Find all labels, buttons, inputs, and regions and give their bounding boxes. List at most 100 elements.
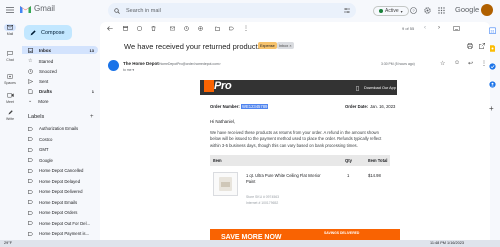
mark-unread-icon[interactable] (170, 26, 175, 31)
label-chip-expense[interactable]: Expense (258, 42, 277, 49)
label-tag-icon (28, 126, 33, 131)
label-tag-icon (28, 168, 33, 173)
label-item[interactable]: Home Depot Delayed (22, 177, 98, 187)
label-tag-icon (28, 231, 33, 236)
label-item[interactable]: Home Depot Cancelled (22, 166, 98, 176)
rail-chat[interactable]: Chat (2, 50, 18, 62)
label-item[interactable]: Home Depot Emails (22, 198, 98, 208)
product-sku: Store SKU # 0974563 (246, 195, 279, 199)
open-new-window-icon[interactable] (479, 43, 485, 49)
gmail-m-icon (20, 5, 31, 13)
compose-button[interactable]: Compose (24, 25, 72, 40)
label-item-text: Google (39, 157, 53, 163)
keyboard-icon[interactable] (453, 26, 460, 31)
nav-item-snoozed[interactable]: Snoozed (22, 67, 98, 75)
more-vert-icon[interactable]: ⋮ (481, 60, 487, 67)
search-icon[interactable] (114, 7, 120, 14)
taskbar-date: 1/16/2023 (447, 241, 464, 245)
label-item[interactable]: Google (22, 156, 98, 166)
label-item[interactable]: Home Depot Delivered (22, 187, 98, 197)
nav-item-label: Drafts (39, 88, 53, 94)
pencil-icon (4, 109, 16, 116)
download-app-link[interactable]: Download Our App (364, 86, 396, 90)
col-header-total: Item Total (368, 158, 388, 163)
move-to-icon[interactable] (215, 26, 220, 31)
nav-item-more[interactable]: ⌄ More (22, 97, 98, 105)
nav-item-label: Starred (38, 58, 54, 64)
label-item[interactable]: Home Depot Orders (22, 208, 98, 218)
delete-icon[interactable] (151, 26, 156, 31)
status-dot-icon (379, 9, 383, 13)
compose-label: Compose (41, 29, 65, 36)
search-bar[interactable]: Search in mail (108, 3, 356, 18)
taskbar-time: 11:48 PM (430, 241, 446, 245)
label-item[interactable]: GMT (22, 145, 98, 155)
add-label-icon[interactable]: + (90, 114, 94, 120)
calendar-icon[interactable]: 31 (489, 27, 496, 34)
order-number-label: Order Number: (210, 104, 240, 109)
product-name[interactable]: 1 qt. Ultra Pure White Ceiling Flat Inte… (246, 173, 321, 185)
label-item[interactable]: Home Depot Out For Del... (22, 219, 98, 229)
rail-write[interactable]: Write (2, 109, 18, 121)
label-item-text: Home Depot Cancelled (39, 168, 84, 174)
add-task-icon[interactable] (198, 26, 203, 31)
report-spam-icon[interactable] (137, 26, 142, 31)
star-icon[interactable]: ☆ (440, 60, 445, 67)
label-item[interactable]: Home Depot Payment is... (22, 229, 98, 239)
nav-item-drafts[interactable]: Drafts 1 (22, 87, 98, 95)
account-avatar[interactable] (481, 4, 493, 16)
nav-item-label: Snoozed (39, 68, 57, 74)
weather-widget[interactable]: 29°F (4, 241, 12, 245)
search-input[interactable]: Search in mail (126, 8, 338, 14)
settings-gear-icon[interactable] (424, 7, 431, 14)
message-subject: We have received your returned products. (124, 42, 264, 51)
sender-avatar[interactable] (108, 60, 119, 71)
product-qty: 1 (347, 173, 350, 178)
taskbar-clock[interactable]: 11:48 PM 1/16/2023 (430, 241, 464, 245)
help-icon[interactable]: ? (410, 7, 417, 14)
label-item[interactable]: Costco (22, 135, 98, 145)
back-arrow-icon[interactable] (107, 26, 113, 31)
search-options-icon[interactable] (344, 8, 350, 13)
prev-message-icon[interactable]: ‹ (424, 25, 426, 31)
chevron-down-icon: ▾ (400, 8, 403, 14)
rail-mail-label: Mail (6, 32, 14, 36)
order-number-value[interactable]: WE12345789 (241, 103, 269, 109)
next-message-icon[interactable]: › (438, 25, 440, 31)
print-icon[interactable] (467, 43, 473, 49)
rail-mail[interactable]: Mail (2, 24, 18, 36)
apps-grid-icon[interactable] (438, 7, 445, 14)
body-paragraph: We have received these products as retur… (210, 130, 382, 148)
status-selector[interactable]: Active ▾ (373, 6, 409, 16)
rail-meet-label: Meet (6, 100, 14, 104)
gmail-logo-text: Gmail (34, 4, 55, 13)
nav-item-starred[interactable]: ☆ Starred (22, 57, 98, 65)
label-item-text: Authorization Emails (39, 126, 79, 132)
mail-icon (4, 24, 16, 31)
nav-item-inbox[interactable]: Inbox 13 (22, 46, 98, 54)
contacts-icon[interactable] (489, 81, 496, 88)
chevron-down-icon: ⌄ (28, 98, 33, 104)
label-tag-icon (28, 179, 33, 184)
gmail-logo[interactable]: Gmail (20, 4, 55, 13)
rail-spaces[interactable]: Spaces (2, 73, 18, 85)
label-chip-inbox[interactable]: Inbox × (277, 42, 294, 49)
nav-item-count: 13 (89, 47, 94, 53)
label-item[interactable]: Authorization Emails (22, 124, 98, 134)
rail-meet[interactable]: Meet (2, 92, 18, 104)
tasks-icon[interactable] (489, 63, 496, 70)
label-icon[interactable] (229, 26, 234, 31)
order-date-value: Jan. 16, 2023 (370, 104, 396, 109)
rail-spaces-label: Spaces (4, 81, 16, 85)
nav-item-sent[interactable]: Sent (22, 77, 98, 85)
reply-icon[interactable]: ↩ (468, 60, 473, 67)
more-vert-icon[interactable]: ⋮ (243, 25, 249, 32)
snooze-icon[interactable] (184, 26, 189, 31)
keep-icon[interactable] (489, 45, 496, 52)
emoji-react-icon[interactable]: ☺ (454, 60, 460, 66)
archive-icon[interactable] (123, 26, 128, 31)
sender-name[interactable]: The Home Depot (123, 61, 159, 66)
add-addon-icon[interactable]: + (489, 104, 494, 113)
main-menu-icon[interactable] (6, 7, 14, 13)
recipient-line[interactable]: to me ▾ (123, 68, 134, 72)
